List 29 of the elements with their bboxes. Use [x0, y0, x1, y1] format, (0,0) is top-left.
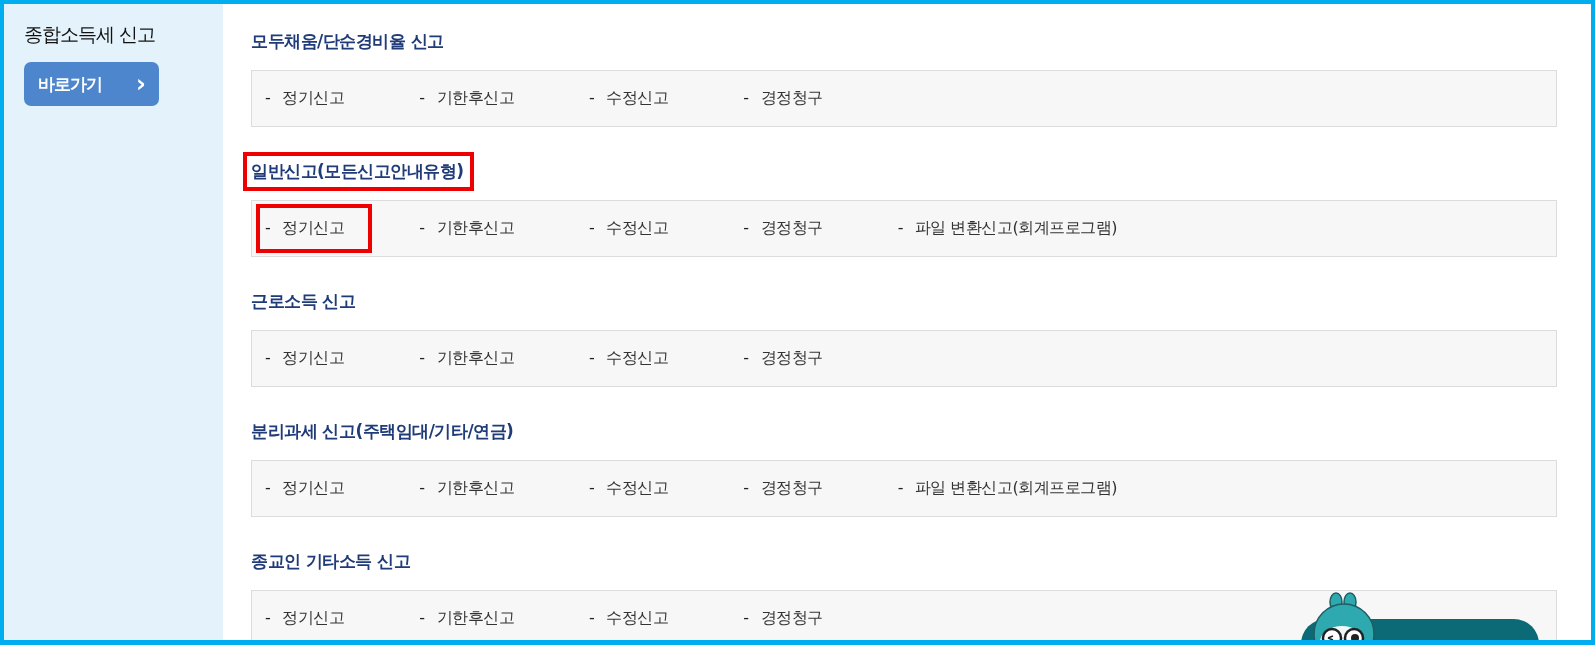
- section-title: 분리과세 신고(주택임대/기타/연금): [250, 419, 515, 443]
- filing-link[interactable]: - 기한후신고: [410, 464, 543, 513]
- filing-link[interactable]: - 수정신고: [580, 464, 697, 513]
- filing-link[interactable]: - 기한후신고: [410, 204, 543, 253]
- filing-link[interactable]: - 수정신고: [580, 594, 697, 640]
- filing-link[interactable]: - 기한후신고: [410, 594, 543, 640]
- filing-link[interactable]: - 기한후신고: [410, 334, 543, 383]
- filing-link[interactable]: - 정기신고: [256, 204, 373, 253]
- filing-link[interactable]: - 수정신고: [580, 74, 697, 123]
- filing-link[interactable]: - 파일 변환신고(회계프로그램): [888, 204, 1145, 253]
- section-title: 종교인 기타소득 신고: [250, 549, 412, 573]
- filing-link[interactable]: - 정기신고: [256, 74, 373, 123]
- filing-link[interactable]: - 수정신고: [580, 204, 697, 253]
- filing-link[interactable]: - 기한후신고: [410, 74, 543, 123]
- filing-link[interactable]: - 경정청구: [734, 594, 851, 640]
- filing-link[interactable]: - 파일 변환신고(회계프로그램): [888, 464, 1145, 513]
- filing-link[interactable]: - 경정청구: [734, 464, 851, 513]
- filing-link[interactable]: - 경정청구: [734, 204, 851, 253]
- sidebar-title: 종합소득세 신고: [24, 22, 157, 47]
- filing-link[interactable]: - 정기신고: [256, 464, 373, 513]
- filing-link[interactable]: - 경정청구: [734, 334, 851, 383]
- shortcut-button[interactable]: 바로가기 ›: [24, 62, 159, 106]
- filing-link[interactable]: - 경정청구: [734, 74, 851, 123]
- section-title: 일반신고(모든신고안내유형): [243, 151, 474, 191]
- section-title: 모두채움/단순경비율 신고: [250, 29, 445, 53]
- section-title: 근로소득 신고: [250, 289, 357, 313]
- filing-link[interactable]: - 수정신고: [580, 334, 697, 383]
- filing-link[interactable]: - 정기신고: [256, 594, 373, 640]
- filing-link[interactable]: - 정기신고: [256, 334, 373, 383]
